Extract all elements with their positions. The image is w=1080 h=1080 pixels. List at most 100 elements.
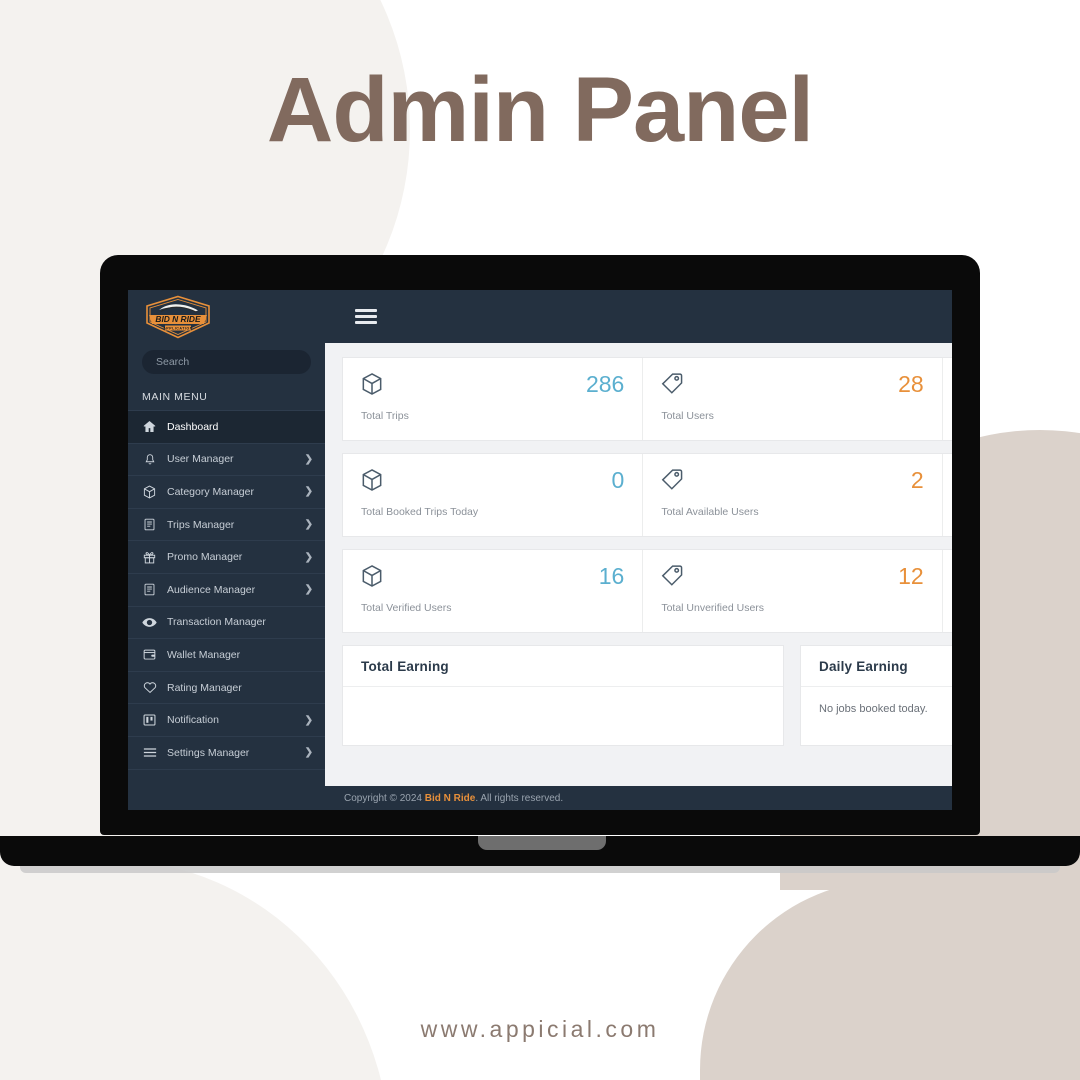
stat-label: Total Users	[661, 410, 714, 422]
stat-value: 16	[598, 563, 625, 589]
sidebar-item-label: User Manager	[167, 453, 234, 466]
brand-logo[interactable]: BID N RIDE APPLICATION	[128, 290, 325, 343]
stat-total-trips: 286 Total Trips	[343, 358, 642, 440]
stat-value: 28	[898, 371, 924, 397]
search-placeholder: Search	[156, 356, 190, 368]
laptop-shadow	[20, 866, 1060, 873]
app-footer: Copyright © 2024 Bid N Ride. All rights …	[325, 786, 952, 810]
poster-canvas: Admin Panel BID N RIDE APPLICATION Searc…	[0, 0, 1080, 1080]
footer-suffix: . All rights reserved.	[475, 792, 564, 804]
topbar	[325, 290, 952, 343]
bid-n-ride-logo-icon: BID N RIDE APPLICATION	[143, 295, 213, 339]
stat-total-earning-cut: $1 Total	[941, 358, 952, 440]
chevron-right-icon: ❯	[304, 486, 313, 498]
gift-icon	[141, 550, 158, 565]
stat-total-unavailable-users: 26 Total Unavailable Users	[941, 550, 952, 632]
sidebar-item-user-manager[interactable]: User Manager ❯	[128, 444, 325, 477]
stat-label: Total Booked Trips Today	[361, 506, 479, 518]
sidebar-item-label: Promo Manager	[167, 551, 243, 564]
chevron-right-icon: ❯	[304, 714, 313, 726]
sidebar: BID N RIDE APPLICATION Search MAIN MENU …	[128, 290, 325, 810]
sidebar-item-label: Transaction Manager	[167, 616, 266, 629]
panel-body: No jobs booked today.	[819, 703, 928, 715]
search-input[interactable]: Search	[142, 350, 311, 374]
stat-total-users: 28 Total Users	[642, 358, 941, 440]
stat-label: Total Unverified Users	[661, 602, 765, 614]
document-icon	[141, 517, 158, 532]
sidebar-section-label: MAIN MENU	[128, 383, 325, 411]
page-title: Admin Panel	[266, 59, 814, 161]
background-shape-bottom-left	[0, 860, 390, 1080]
sidebar-item-notification[interactable]: Notification ❯	[128, 704, 325, 737]
sidebar-item-label: Settings Manager	[167, 746, 250, 759]
cube-icon	[361, 564, 383, 588]
cube-icon	[141, 484, 158, 499]
panel-title: Total Earning	[343, 646, 783, 687]
laptop-mockup: BID N RIDE APPLICATION Search MAIN MENU …	[0, 250, 1080, 880]
background-shape-bottom-right	[700, 880, 1080, 1080]
chevron-right-icon: ❯	[304, 551, 313, 563]
sidebar-item-settings-manager[interactable]: Settings Manager ❯	[128, 737, 325, 770]
svg-text:BID N RIDE: BID N RIDE	[155, 314, 201, 324]
chevron-right-icon: ❯	[304, 584, 313, 596]
stat-label: Total Trips	[361, 410, 409, 422]
wallet-icon	[141, 647, 158, 662]
stat-total-unverified-users: 12 Total Unverified Users	[642, 550, 941, 632]
heart-icon	[141, 680, 158, 695]
earning-panels: Total Earning Daily Earning No jobs book…	[342, 645, 952, 746]
tag-icon	[661, 372, 684, 394]
sidebar-search[interactable]: Search	[128, 343, 325, 383]
stat-value: 286	[585, 371, 625, 397]
panel-body	[343, 687, 783, 737]
sidebar-item-trips-manager[interactable]: Trips Manager ❯	[128, 509, 325, 542]
sidebar-item-label: Dashboard	[167, 420, 219, 433]
sidebar-item-audience-manager[interactable]: Audience Manager ❯	[128, 574, 325, 607]
stat-card-row: 16 Total Verified Users 12 Total Unverif…	[342, 549, 952, 633]
footer-brand: Bid N Ride	[424, 792, 476, 804]
sidebar-item-promo-manager[interactable]: Promo Manager ❯	[128, 541, 325, 574]
hamburger-icon[interactable]	[355, 306, 377, 328]
stat-total-booked-trips-today: 0 Total Booked Trips Today	[343, 454, 642, 536]
chevron-right-icon: ❯	[304, 747, 313, 759]
menu-lines-icon	[141, 745, 158, 760]
eye-icon	[141, 615, 158, 630]
chevron-right-icon: ❯	[304, 519, 313, 531]
sidebar-item-label: Audience Manager	[167, 583, 256, 596]
cube-icon	[361, 468, 383, 492]
sidebar-item-rating-manager[interactable]: Rating Manager	[128, 672, 325, 705]
footer-prefix: Copyright © 2024	[344, 792, 425, 804]
tag-icon	[661, 564, 684, 586]
stat-card-row: 0 Total Booked Trips Today 2 Total Avail…	[342, 453, 952, 537]
sidebar-item-label: Wallet Manager	[167, 648, 241, 661]
sidebar-item-dashboard[interactable]: Dashboard	[128, 411, 325, 444]
laptop-screen: BID N RIDE APPLICATION Search MAIN MENU …	[128, 290, 952, 810]
dashboard-content: 286 Total Trips 28 Total Users 0 Total B…	[325, 343, 952, 786]
stat-value: 12	[898, 563, 924, 589]
bell-icon	[141, 452, 158, 467]
stat-total-verified-users: 16 Total Verified Users	[343, 550, 642, 632]
laptop-trackpad-notch	[478, 836, 606, 850]
stat-today-earning-cut: $0 Tod	[941, 454, 952, 536]
sidebar-item-wallet-manager[interactable]: Wallet Manager	[128, 639, 325, 672]
chevron-right-icon: ❯	[304, 453, 313, 465]
tag-icon	[661, 468, 684, 490]
board-icon	[141, 713, 158, 728]
sidebar-item-label: Trips Manager	[167, 518, 235, 531]
sidebar-item-label: Notification	[167, 714, 219, 727]
home-icon	[141, 419, 158, 434]
sidebar-item-label: Category Manager	[167, 485, 254, 498]
sidebar-item-category-manager[interactable]: Category Manager ❯	[128, 476, 325, 509]
cube-icon	[361, 372, 383, 396]
sidebar-item-transaction-manager[interactable]: Transaction Manager	[128, 607, 325, 640]
panel-title: Daily Earning	[801, 646, 952, 687]
panel-total-earning: Total Earning	[342, 645, 784, 746]
stat-card-row: 286 Total Trips 28 Total Users	[342, 357, 952, 441]
admin-panel-app: BID N RIDE APPLICATION Search MAIN MENU …	[128, 290, 952, 810]
watermark-url: www.appicial.com	[420, 1016, 660, 1042]
stat-total-available-users: 2 Total Available Users	[642, 454, 941, 536]
sidebar-nav: Dashboard User Manager ❯ Category Manage…	[128, 411, 325, 810]
svg-text:APPLICATION: APPLICATION	[163, 326, 193, 330]
stat-value: 0	[611, 467, 625, 493]
stat-label: Total Available Users	[661, 506, 759, 518]
stat-label: Total Verified Users	[361, 602, 452, 614]
